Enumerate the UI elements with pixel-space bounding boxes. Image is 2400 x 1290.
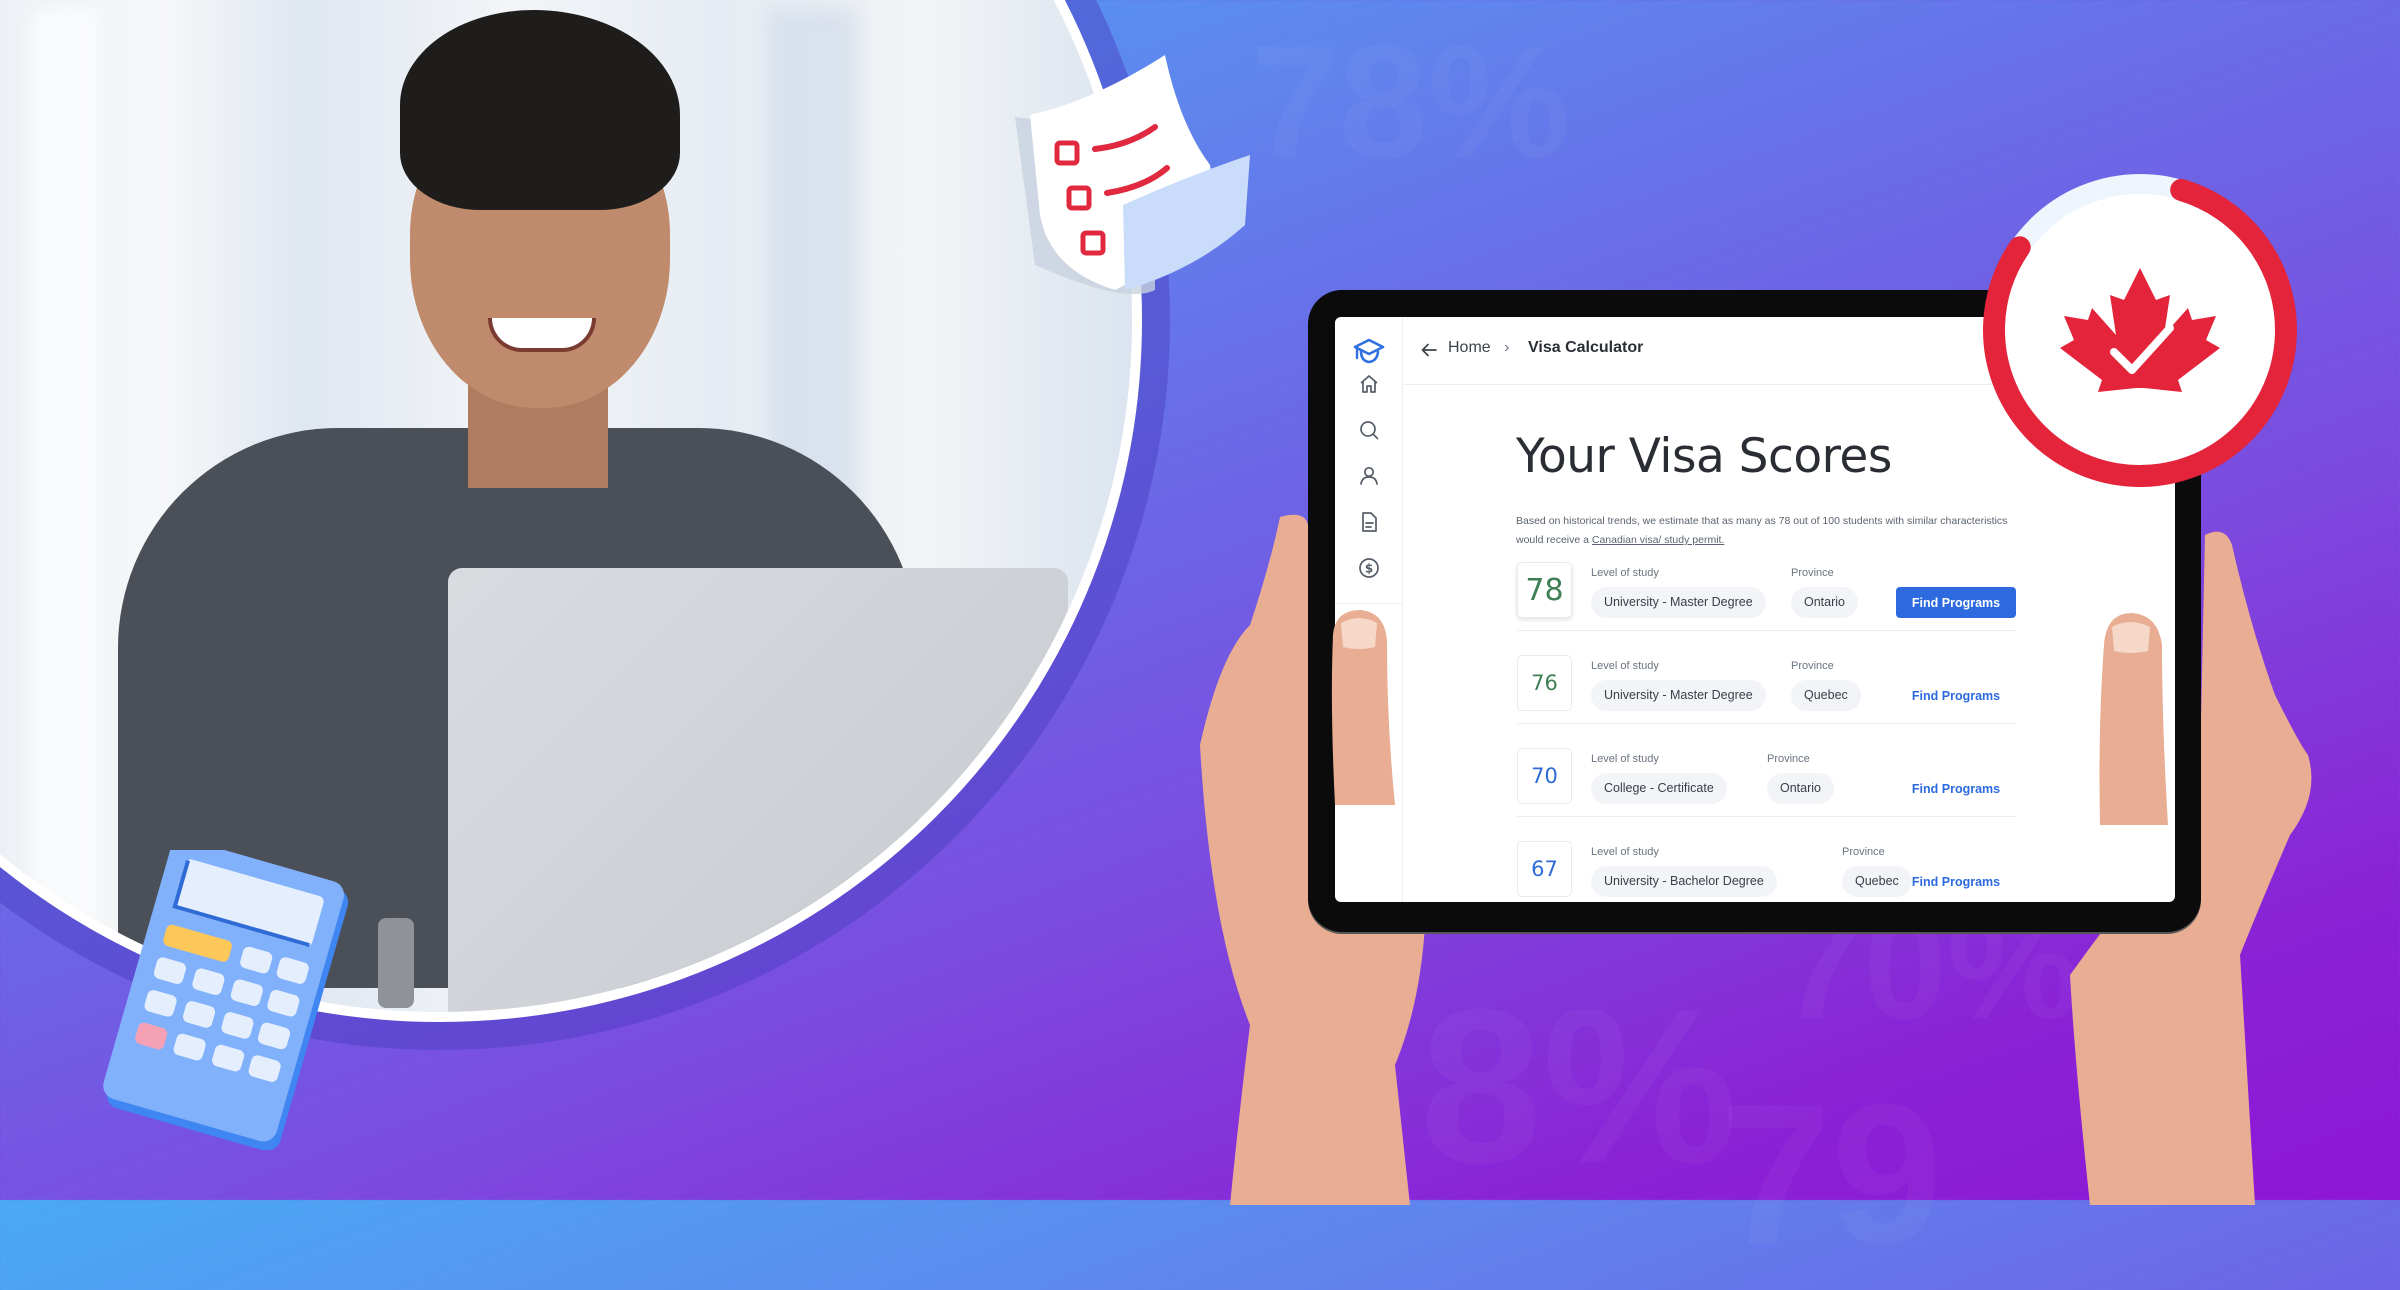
calculator-icon (103, 850, 349, 1150)
intro-body: Based on historical trends, we estimate … (1516, 515, 2008, 546)
result-row: 76 Level of study University - Master Degr… (1517, 655, 2027, 713)
right-thumb (2099, 613, 2168, 825)
result-row: 78 Level of study University - Master Degr… (1517, 562, 2027, 620)
sidebar-divider (1335, 603, 1402, 604)
result-row: 67 Level of study University - Bachelor De… (1517, 841, 2027, 899)
wristwatch (378, 918, 414, 1008)
level-label: Level of study (1591, 660, 1659, 672)
level-value-pill: University - Master Degree (1591, 680, 1766, 711)
score-value: 67 (1517, 841, 1572, 897)
level-value-pill: University - Bachelor Degree (1591, 866, 1777, 897)
document-icon[interactable] (1357, 510, 1381, 534)
find-programs-button[interactable]: Find Programs (1896, 773, 2016, 804)
province-label: Province (1791, 660, 1834, 672)
province-value-pill: Ontario (1791, 587, 1858, 618)
page-title: Your Visa Scores (1516, 429, 1892, 484)
visa-permit-link[interactable]: Canadian visa/ study permit. (1592, 534, 1724, 546)
checklist-paper-icon (1015, 55, 1250, 295)
province-label: Province (1842, 846, 1885, 858)
canada-visa-badge (1983, 172, 2297, 487)
level-label: Level of study (1591, 567, 1659, 579)
person-smile (488, 318, 596, 352)
search-icon[interactable] (1357, 418, 1381, 442)
row-divider (1517, 816, 2017, 817)
row-divider (1517, 630, 2017, 631)
breadcrumb-current: Visa Calculator (1528, 339, 1644, 356)
province-label: Province (1791, 567, 1834, 579)
score-value: 70 (1517, 748, 1572, 804)
breadcrumb-home[interactable]: Home (1448, 339, 1491, 357)
score-value: 78 (1517, 562, 1572, 618)
user-icon[interactable] (1357, 464, 1381, 488)
province-value-pill: Quebec (1791, 680, 1861, 711)
find-programs-button[interactable]: Find Programs (1896, 866, 2016, 897)
breadcrumb-separator: › (1504, 339, 1510, 356)
find-programs-button[interactable]: Find Programs (1896, 680, 2016, 711)
level-value-pill: College - Certificate (1591, 773, 1727, 804)
left-thumb (1331, 610, 1395, 805)
watermark-number: 78% (1250, 10, 1570, 194)
level-label: Level of study (1591, 753, 1659, 765)
level-label: Level of study (1591, 846, 1659, 858)
window-light (30, 8, 100, 1008)
intro-text: Based on historical trends, we estimate … (1516, 512, 2036, 550)
find-programs-button[interactable]: Find Programs (1896, 587, 2016, 618)
province-value-pill: Ontario (1767, 773, 1834, 804)
score-value: 76 (1517, 655, 1572, 711)
watermark-number: 8% (1420, 960, 1738, 1213)
level-value-pill: University - Master Degree (1591, 587, 1766, 618)
result-row: 70 Level of study College - Certificate Pro… (1517, 748, 2027, 806)
person-hair (400, 10, 680, 210)
row-divider (1517, 723, 2017, 724)
graduation-cap-logo-icon[interactable] (1351, 337, 1387, 367)
province-label: Province (1767, 753, 1810, 765)
home-icon[interactable] (1357, 372, 1381, 396)
svg-text:$: $ (1365, 562, 1373, 576)
watermark-number: 79 (1720, 1060, 1942, 1290)
laptop (448, 568, 1068, 1012)
dollar-icon[interactable]: $ (1357, 556, 1381, 580)
arrow-left-icon[interactable] (1421, 343, 1437, 357)
